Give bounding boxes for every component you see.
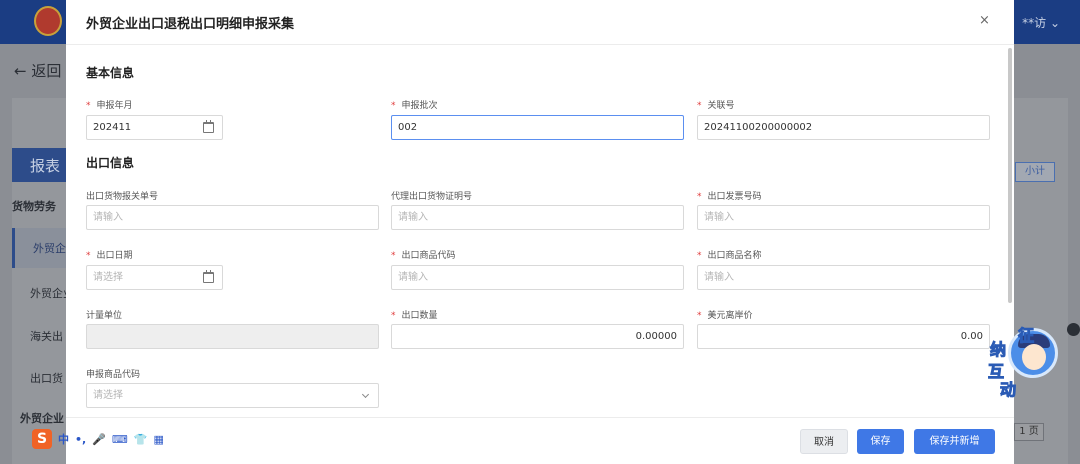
back-link[interactable]: ← 返回 xyxy=(14,60,61,81)
dialog-footer: 取消 保存 保存并新增 xyxy=(66,417,1014,464)
link-no-input[interactable]: 20241100200000002 xyxy=(697,115,990,140)
ime-punctuation-icon[interactable]: •, xyxy=(75,433,86,446)
chevron-down-icon xyxy=(361,390,370,399)
agent-cert-label: 代理出口货物证明号 xyxy=(391,192,473,202)
usd-fob-input[interactable]: 0.00 xyxy=(697,324,990,349)
declare-month-label: * 申报年月 xyxy=(86,101,133,111)
quantity-label: * 出口数量 xyxy=(391,311,438,321)
sidebar-item-active[interactable]: 外贸企 xyxy=(12,228,66,268)
section-export-title: 出口信息 xyxy=(86,156,135,170)
sogou-logo-icon[interactable]: S xyxy=(32,429,52,449)
unit-label: 计量单位 xyxy=(86,311,123,321)
declare-batch-input[interactable]: 002 xyxy=(391,115,684,140)
sidebar-group: 货物劳务 xyxy=(12,200,56,213)
export-date-label: * 出口日期 xyxy=(86,251,133,261)
goods-code-label: * 出口商品代码 xyxy=(391,251,456,261)
sidebar-item[interactable]: 外贸企业 xyxy=(12,285,74,301)
quantity-input[interactable]: 0.00000 xyxy=(391,324,684,349)
goods-code-input[interactable]: 请输入 xyxy=(391,265,684,290)
sidebar-item[interactable]: 海关出 xyxy=(12,328,63,344)
declared-code-label: 申报商品代码 xyxy=(86,370,141,380)
declare-batch-label: * 申报批次 xyxy=(391,101,438,111)
report-tab[interactable]: 报表 xyxy=(12,148,72,182)
dialog-header: 外贸企业出口退税出口明细申报采集 × xyxy=(66,0,1014,45)
subtotal-button[interactable]: 小计 xyxy=(1015,162,1055,182)
save-button[interactable]: 保存 xyxy=(857,429,904,454)
goods-name-label: * 出口商品名称 xyxy=(697,251,762,261)
goods-name-input[interactable]: 请输入 xyxy=(697,265,990,290)
face-icon xyxy=(1022,344,1046,370)
declare-month-field[interactable]: 202411 xyxy=(86,115,223,140)
dialog-scrollbar[interactable] xyxy=(1008,48,1012,303)
usd-fob-label: * 美元离岸价 xyxy=(697,311,753,321)
assistant-badge[interactable]: 征 纳 互 动 xyxy=(987,322,1070,400)
emblem-icon xyxy=(34,6,62,36)
invoice-no-label: * 出口发票号码 xyxy=(697,192,762,202)
save-and-new-button[interactable]: 保存并新增 xyxy=(914,429,995,454)
declared-code-select[interactable]: 请选择 xyxy=(86,383,379,408)
ime-chinese-mode[interactable]: 中 xyxy=(58,431,69,447)
customs-no-input[interactable]: 请输入 xyxy=(86,205,379,230)
agent-cert-input[interactable]: 请输入 xyxy=(391,205,684,230)
cancel-button[interactable]: 取消 xyxy=(800,429,848,454)
ime-toolbar: S 中 •, 🎤 ⌨ 👕 ▦ xyxy=(32,428,164,450)
sidebar-group: 外贸企业 xyxy=(20,412,64,425)
dialog-title: 外贸企业出口退税出口明细申报采集 xyxy=(86,17,295,32)
customs-no-label: 出口货物报关单号 xyxy=(86,192,159,202)
section-basic-title: 基本信息 xyxy=(86,66,135,80)
assistant-char: 动 xyxy=(999,380,1017,400)
invoice-no-input[interactable]: 请输入 xyxy=(697,205,990,230)
assistant-char: 纳 xyxy=(989,340,1007,360)
pager[interactable]: 1 页 xyxy=(1014,423,1044,441)
calendar-icon[interactable] xyxy=(203,120,214,133)
grid-menu-icon[interactable]: ▦ xyxy=(154,433,164,446)
export-detail-dialog: 外贸企业出口退税出口明细申报采集 × 基本信息 * 申报年月 202411 * 申报… xyxy=(66,0,1014,464)
calendar-icon[interactable] xyxy=(203,270,214,283)
sidebar-item[interactable]: 出口货 xyxy=(12,370,63,386)
close-icon[interactable]: × xyxy=(979,13,990,28)
keyboard-icon[interactable]: ⌨ xyxy=(112,433,128,446)
link-no-label: * 关联号 xyxy=(697,101,735,111)
microphone-icon[interactable]: 🎤 xyxy=(92,433,106,446)
user-menu[interactable]: **访 ⌄ xyxy=(1022,14,1060,31)
skin-icon[interactable]: 👕 xyxy=(134,433,148,446)
unit-input xyxy=(86,324,379,349)
export-date-field[interactable]: 请选择 xyxy=(86,265,223,290)
assistant-char: 征 xyxy=(1017,326,1035,346)
